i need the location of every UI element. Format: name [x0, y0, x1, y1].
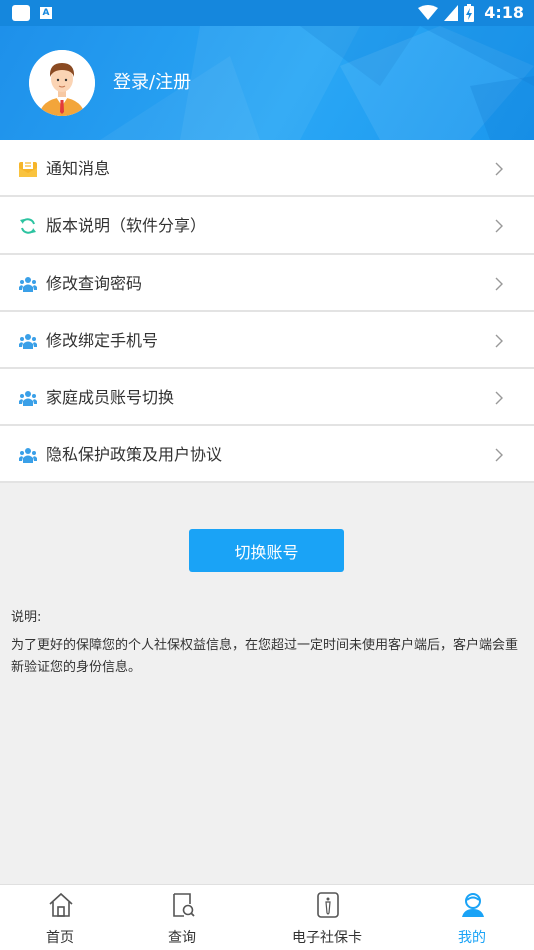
menu-item-label: 通知消息 [46, 159, 111, 178]
users-icon [19, 277, 37, 292]
nav-query[interactable]: 查询 [137, 885, 227, 950]
search-doc-icon [173, 893, 195, 917]
login-register-link[interactable]: 登录/注册 [113, 72, 191, 94]
menu-item-change-query-password[interactable]: 修改查询密码 [0, 255, 534, 312]
profile-header: 登录/注册 [0, 26, 534, 140]
refresh-icon [20, 218, 36, 234]
menu-item-label: 修改绑定手机号 [46, 331, 159, 350]
avatar[interactable] [29, 50, 95, 116]
nav-label: 查询 [168, 930, 196, 946]
nav-home[interactable]: 首页 [15, 885, 105, 950]
app-notification-icon [12, 5, 30, 21]
nav-mine[interactable]: 我的 [427, 885, 517, 950]
menu-item-label: 版本说明（软件分享） [46, 216, 207, 235]
chevron-right-icon [495, 277, 503, 291]
menu-item-label: 修改查询密码 [46, 274, 143, 293]
signal-icon [444, 5, 459, 21]
nav-social-security-card[interactable]: 电子社保卡 [282, 885, 372, 950]
wifi-icon [418, 5, 439, 20]
clock: 4:18 [484, 3, 524, 22]
menu-item-version-info[interactable]: 版本说明（软件分享） [0, 197, 534, 255]
switch-account-button[interactable]: 切换账号 [189, 529, 344, 572]
menu-item-privacy-policy[interactable]: 隐私保护政策及用户协议 [0, 426, 534, 483]
nav-label: 首页 [46, 930, 74, 946]
users-icon [19, 334, 37, 349]
a-notification-icon: A [40, 7, 52, 19]
battery-icon [464, 4, 475, 22]
menu-item-notifications[interactable]: 通知消息 [0, 140, 534, 197]
users-icon [19, 391, 37, 406]
chevron-right-icon [495, 391, 503, 405]
note-text: 为了更好的保障您的个人社保权益信息，在您超过一定时间未使用客户端后，客户端会重新… [11, 638, 519, 675]
nav-label: 我的 [458, 930, 486, 946]
bottom-nav: 首页 查询 电子社保卡 我的 [0, 884, 534, 950]
menu-item-change-phone[interactable]: 修改绑定手机号 [0, 312, 534, 369]
home-icon [49, 892, 73, 917]
avatar-person-icon [29, 50, 95, 116]
card-icon [317, 892, 339, 918]
nav-label: 电子社保卡 [292, 930, 362, 946]
menu-item-label: 隐私保护政策及用户协议 [46, 445, 223, 464]
chevron-right-icon [495, 219, 503, 233]
settings-menu: 通知消息 版本说明（软件分享） 修改查询密码 修改绑定手机号 家庭成员账号切换 … [0, 140, 534, 483]
menu-item-label: 家庭成员账号切换 [46, 388, 175, 407]
chevron-right-icon [495, 448, 503, 462]
user-icon [462, 893, 484, 917]
note-title: 说明: [11, 610, 42, 625]
menu-item-family-account-switch[interactable]: 家庭成员账号切换 [0, 369, 534, 426]
chevron-right-icon [495, 334, 503, 348]
mail-icon [19, 160, 37, 177]
users-icon [19, 448, 37, 463]
chevron-right-icon [495, 162, 503, 176]
status-bar: A 4:18 [0, 0, 534, 26]
